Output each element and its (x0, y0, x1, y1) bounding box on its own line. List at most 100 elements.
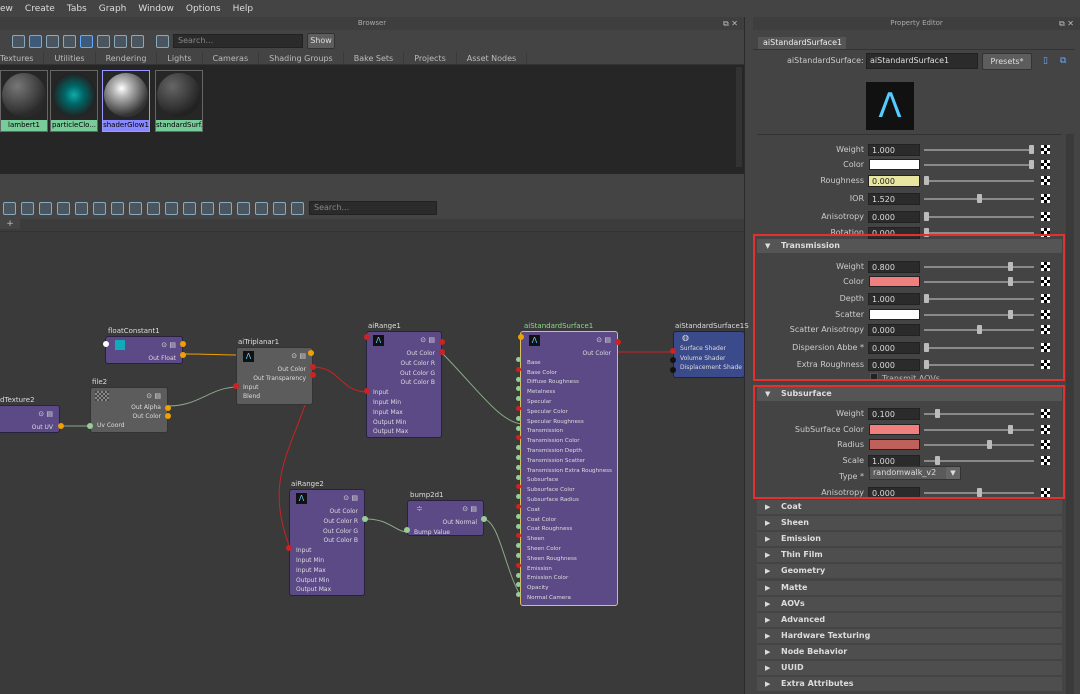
input-port[interactable] (516, 504, 521, 509)
layout-connected-icon[interactable] (129, 201, 142, 215)
tab-textures[interactable]: Textures (0, 52, 45, 64)
output-port[interactable] (439, 339, 445, 345)
node-attr[interactable]: Bump Value (408, 528, 483, 538)
expand-icon[interactable]: ▶ (765, 532, 770, 546)
snapshot-icon[interactable] (273, 201, 286, 215)
menu-window[interactable]: Window (138, 4, 174, 14)
input-port[interactable] (516, 562, 521, 568)
input-port[interactable] (516, 415, 521, 421)
attr-value-field[interactable]: 0.000 (868, 211, 920, 223)
snap-icon[interactable] (255, 201, 268, 215)
menu-view[interactable]: ew (0, 4, 13, 14)
node-attr[interactable]: Emission (521, 565, 617, 575)
tab-lights[interactable]: Lights (157, 52, 203, 64)
input-port[interactable] (670, 367, 676, 373)
graph-icon[interactable] (3, 201, 16, 215)
node-attr[interactable]: Input (290, 546, 364, 556)
output-port[interactable] (180, 341, 186, 347)
expand-icon[interactable]: ▶ (765, 677, 770, 691)
input-port[interactable] (516, 425, 521, 431)
node-attr[interactable]: Out Color B (367, 378, 441, 388)
input-port[interactable] (103, 341, 109, 347)
section-header[interactable]: ▶ Extra Attributes (757, 677, 1062, 692)
material-swatch[interactable]: particleClo... (50, 70, 98, 132)
input-port[interactable] (516, 572, 521, 578)
node-attr[interactable]: Sheen Color (521, 545, 617, 555)
scrollbar[interactable] (736, 67, 742, 167)
output-port[interactable] (165, 413, 171, 419)
menu-create[interactable]: Create (25, 4, 55, 14)
node-attr[interactable]: Out Color G (367, 369, 441, 379)
node-file[interactable]: ⊙ ▤ Out Alpha Out Color Uv Coord (90, 387, 168, 433)
node-attr[interactable]: Out Float (106, 354, 182, 364)
node-attr[interactable]: Specular Roughness (521, 418, 617, 428)
lock-icon[interactable] (156, 34, 169, 48)
node-attr[interactable]: Out Normal (408, 518, 483, 528)
input-port[interactable] (516, 474, 521, 480)
slider-handle[interactable] (1029, 145, 1034, 154)
input-port[interactable] (286, 545, 292, 551)
color-swatch[interactable] (869, 159, 920, 170)
input-port[interactable] (364, 388, 370, 394)
material-swatch[interactable]: standardSurf... (155, 70, 203, 132)
icon-size-icon[interactable] (80, 34, 93, 48)
layout-full-icon[interactable] (147, 201, 160, 215)
output-port[interactable] (310, 364, 316, 370)
node-attr[interactable]: Emission Color (521, 574, 617, 584)
node-options-icon[interactable]: ⊙ ▤ (343, 494, 358, 502)
node-attr[interactable]: Transmission Color (521, 437, 617, 447)
slider-handle[interactable] (976, 194, 982, 203)
map-button-icon[interactable] (1041, 176, 1050, 185)
node-attr[interactable]: Coat Color (521, 516, 617, 526)
input-port[interactable] (670, 348, 676, 354)
node-attr[interactable]: Output Max (290, 585, 364, 595)
section-header[interactable]: ▶ Thin Film (757, 548, 1062, 563)
attr-slider[interactable] (924, 149, 1034, 151)
node-options-icon[interactable]: ⊙ ▤ (462, 505, 477, 513)
small-icon-icon[interactable] (97, 34, 110, 48)
node-attr[interactable]: Out Transparency (237, 374, 312, 383)
node-attr[interactable]: Sheen Roughness (521, 555, 617, 565)
tab-cameras[interactable]: Cameras (203, 52, 260, 64)
node-search-input[interactable]: Search... (309, 201, 437, 215)
bookmark-icon[interactable] (291, 201, 304, 215)
input-port[interactable] (516, 406, 521, 411)
node-attr[interactable]: Out Color G (290, 527, 364, 537)
node-attr[interactable]: Uv Coord (91, 421, 167, 430)
presets-button[interactable]: Presets* (982, 53, 1032, 70)
node-attr[interactable]: Out Color (367, 349, 441, 359)
section-header[interactable]: ▶ Advanced (757, 612, 1062, 627)
refresh-icon[interactable] (131, 34, 144, 48)
expand-icon[interactable]: ▶ (765, 564, 770, 578)
node-attr[interactable]: Subsurface (521, 476, 617, 486)
material-swatch[interactable]: shaderGlow1 (102, 70, 150, 132)
shader-name-field[interactable]: aiStandardSurface1 (866, 53, 978, 69)
node-attr[interactable]: Metalness (521, 388, 617, 398)
search-icon[interactable] (183, 201, 196, 215)
section-header[interactable]: ▶ Emission (757, 532, 1062, 547)
node-attr[interactable]: Input Max (367, 408, 441, 418)
pin-icon[interactable] (219, 201, 232, 215)
node-airange[interactable]: Λ ⊙ ▤ Out Color Out Color R Out Color G O… (289, 489, 365, 596)
show-button[interactable]: Show (307, 33, 335, 49)
node-attr[interactable]: Subsurface Radius (521, 496, 617, 506)
node-shading-group[interactable]: ◍ Surface Shader Volume Shader Displacem… (673, 331, 745, 378)
input-port[interactable] (516, 366, 521, 372)
expand-icon[interactable]: ▶ (765, 500, 770, 514)
expand-icon[interactable]: ▶ (765, 581, 770, 595)
output-connections-icon[interactable] (57, 201, 70, 215)
node-attr[interactable]: Surface Shader (674, 344, 744, 354)
menu-graph[interactable]: Graph (99, 4, 127, 14)
tab-asset-nodes[interactable]: Asset Nodes (457, 52, 528, 64)
tab-shading-groups[interactable]: Shading Groups (259, 52, 344, 64)
menu-tabs[interactable]: Tabs (67, 4, 87, 14)
node-attr[interactable]: Out Color (290, 507, 364, 517)
node-attr[interactable]: Out Alpha (91, 403, 167, 412)
slider-handle[interactable] (924, 212, 929, 221)
node-attr[interactable]: Specular Color (521, 408, 617, 418)
section-header[interactable]: ▶ Geometry (757, 564, 1062, 579)
node-aistandardsurface[interactable]: Λ ⊙ ▤ Out Color Base Base Color Diffuse Rou… (520, 331, 618, 606)
node-options-icon[interactable]: ⊙ ▤ (291, 352, 306, 360)
input-port[interactable] (516, 523, 521, 529)
clear-graph-icon[interactable] (93, 201, 106, 215)
